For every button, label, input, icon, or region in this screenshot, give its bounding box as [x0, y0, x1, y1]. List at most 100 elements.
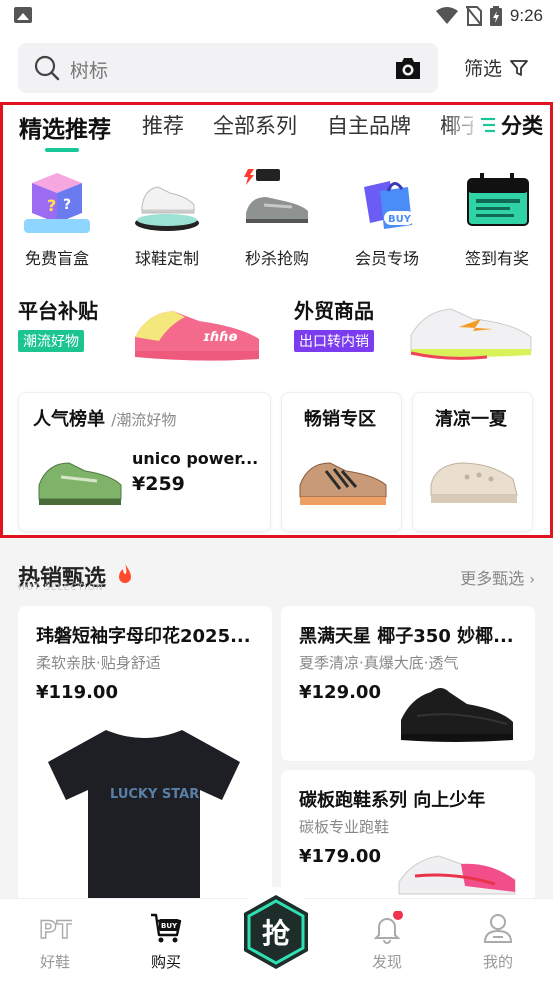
blind-box-icon: ? ?	[24, 173, 90, 233]
tab-all-series[interactable]: 全部系列	[213, 110, 297, 140]
cart-icon: BUY	[151, 913, 182, 943]
black-tshirt-image: LUCKY STAR	[48, 730, 240, 906]
grab-icon: 抢	[244, 895, 308, 969]
product-desc: 碳板专业跑鞋	[299, 818, 390, 836]
search-header: 树标 筛选	[0, 32, 553, 102]
quick-entry-label: 免费盲盒	[24, 249, 89, 268]
pink-running-shoe-image: ɪɦɦɵ	[135, 311, 259, 361]
active-tab-indicator	[45, 148, 79, 152]
member-bags-icon: BUY	[364, 181, 414, 229]
nav-item-good-shoes[interactable]: PT 好鞋	[20, 911, 90, 972]
popular-title-text: 人气榜单	[33, 409, 105, 430]
nav-label: 我的	[482, 953, 513, 971]
popular-subtitle: /潮流好物	[111, 411, 177, 429]
popular-card-title: 人气榜单 /潮流好物	[33, 405, 176, 431]
quick-entry-checkin[interactable]: 签到有奖	[447, 167, 547, 269]
category-tabs: 精选推荐 推荐 全部系列 自主品牌 椰子 分类	[3, 105, 550, 155]
featured-panel: 精选推荐 推荐 全部系列 自主品牌 椰子 分类 ? ? 免费盲盒 球鞋定制	[0, 102, 553, 538]
cool-summer-card[interactable]: 清凉一夏	[412, 392, 533, 532]
filter-label: 筛选	[464, 58, 503, 80]
svg-text:LUCKY STAR: LUCKY STAR	[110, 787, 199, 802]
svg-text:BUY: BUY	[161, 922, 178, 930]
product-price: ¥179.00	[299, 846, 381, 867]
no-sim-icon	[465, 6, 482, 26]
product-card-carbon-runner[interactable]: 碳板跑鞋系列 向上少年 碳板专业跑鞋 ¥179.00	[281, 770, 535, 910]
camera-icon[interactable]	[394, 55, 422, 81]
promo-badge: 潮流好物	[18, 330, 84, 352]
nav-item-discover[interactable]: 发现	[352, 911, 422, 972]
promo-title: 外贸商品	[294, 299, 374, 323]
svg-text:BUY: BUY	[388, 214, 412, 225]
quick-entry-custom[interactable]: 球鞋定制	[117, 167, 217, 269]
checkin-calendar-icon	[467, 173, 529, 226]
best-seller-title: 畅销专区	[304, 409, 376, 430]
battery-icon	[489, 6, 502, 26]
category-button[interactable]: 分类	[473, 110, 543, 140]
more-label: 更多甄选	[460, 569, 525, 588]
profile-icon	[483, 914, 513, 943]
popular-list-card[interactable]: 人气榜单 /潮流好物 unico power... ¥259	[18, 392, 271, 532]
product-desc: 夏季清凉·真爆大底·透气	[299, 654, 459, 672]
product-title: 碳板跑鞋系列 向上少年	[299, 790, 486, 811]
flame-icon	[119, 564, 131, 583]
filter-button[interactable]: 筛选	[464, 54, 528, 81]
product-card-yeezy[interactable]: 黑满天星 椰子350 妙椰... 夏季清凉·真爆大底·透气 ¥129.00	[281, 606, 535, 761]
black-yeezy-image	[401, 688, 513, 742]
nav-item-mine[interactable]: 我的	[463, 911, 533, 972]
svg-text:ɪɦɦɵ: ɪɦɦɵ	[203, 330, 238, 345]
menu-lines-icon	[481, 117, 495, 133]
gallery-notification-icon	[14, 7, 32, 23]
hot-sale-header: 热销甄选 HOT SELECTION 更多甄选 ›	[0, 538, 553, 604]
brown-sneaker-image	[299, 462, 387, 505]
status-icons: 9:26	[435, 5, 543, 27]
wifi-icon	[435, 7, 458, 24]
nav-item-grab[interactable]: 抢	[236, 887, 316, 979]
clock-time: 9:26	[509, 6, 543, 25]
funnel-icon	[510, 59, 528, 76]
tab-own-brand[interactable]: 自主品牌	[327, 110, 411, 140]
promo-export[interactable]: 外贸商品 出口转内销	[294, 295, 374, 375]
nav-item-buy[interactable]: BUY 购买	[131, 911, 201, 972]
tab-featured[interactable]: 精选推荐	[19, 110, 111, 144]
product-price: ¥119.00	[36, 682, 118, 703]
pt-icon: PT	[38, 915, 72, 944]
bottom-navigation: PT 好鞋 BUY 购买 抢 发现 我的	[0, 887, 553, 983]
green-sneaker-image	[38, 462, 122, 505]
quick-entry-blind-box[interactable]: ? ? 免费盲盒	[7, 167, 107, 269]
search-icon	[34, 55, 60, 81]
more-selections-link[interactable]: 更多甄选 ›	[460, 565, 535, 589]
popular-product-price: ¥259	[132, 473, 185, 495]
white-running-shoe-image	[410, 308, 532, 360]
pink-runner-image	[398, 855, 516, 895]
status-bar: 9:26	[0, 0, 553, 32]
search-input[interactable]: 树标	[18, 43, 438, 93]
nav-label: 发现	[371, 953, 402, 971]
product-desc: 柔软亲肤·贴身舒适	[36, 654, 161, 672]
product-title: 玮磐短袖字母印花2025...	[36, 626, 251, 647]
cool-summer-title: 清凉一夏	[435, 409, 507, 430]
popular-product-name: unico power...	[132, 449, 259, 468]
nav-label: 好鞋	[39, 953, 70, 971]
chevron-right-icon: ›	[529, 572, 535, 588]
promo-badge: 出口转内销	[294, 330, 374, 352]
tab-recommend[interactable]: 推荐	[142, 110, 184, 140]
grab-label: 抢	[262, 917, 291, 950]
quick-entry-label: 会员专场	[354, 249, 419, 268]
svg-text:PT: PT	[39, 916, 72, 944]
quick-entry-member[interactable]: BUY 会员专场	[337, 167, 437, 269]
search-placeholder: 树标	[70, 60, 109, 82]
promo-title: 平台补贴	[18, 299, 98, 323]
svg-text:?: ?	[63, 197, 71, 213]
best-seller-card[interactable]: 畅销专区	[281, 392, 402, 532]
quick-entry-flash-sale[interactable]: 秒杀抢购	[227, 167, 327, 269]
hot-sale-subtitle: HOT SELECTION	[18, 583, 104, 593]
quick-entry-label: 球鞋定制	[134, 249, 199, 268]
product-title: 黑满天星 椰子350 妙椰...	[299, 626, 514, 647]
nav-label: 购买	[150, 953, 181, 971]
custom-sneaker-icon	[135, 186, 199, 231]
product-card-tshirt[interactable]: 玮磐短袖字母印花2025... 柔软亲肤·贴身舒适 ¥119.00 LUCKY …	[18, 606, 272, 906]
quick-entry-label: 签到有奖	[464, 249, 529, 268]
promo-subsidy[interactable]: 平台补贴 潮流好物	[18, 295, 98, 375]
product-price: ¥129.00	[299, 682, 381, 703]
quick-entry-label: 秒杀抢购	[244, 249, 309, 268]
